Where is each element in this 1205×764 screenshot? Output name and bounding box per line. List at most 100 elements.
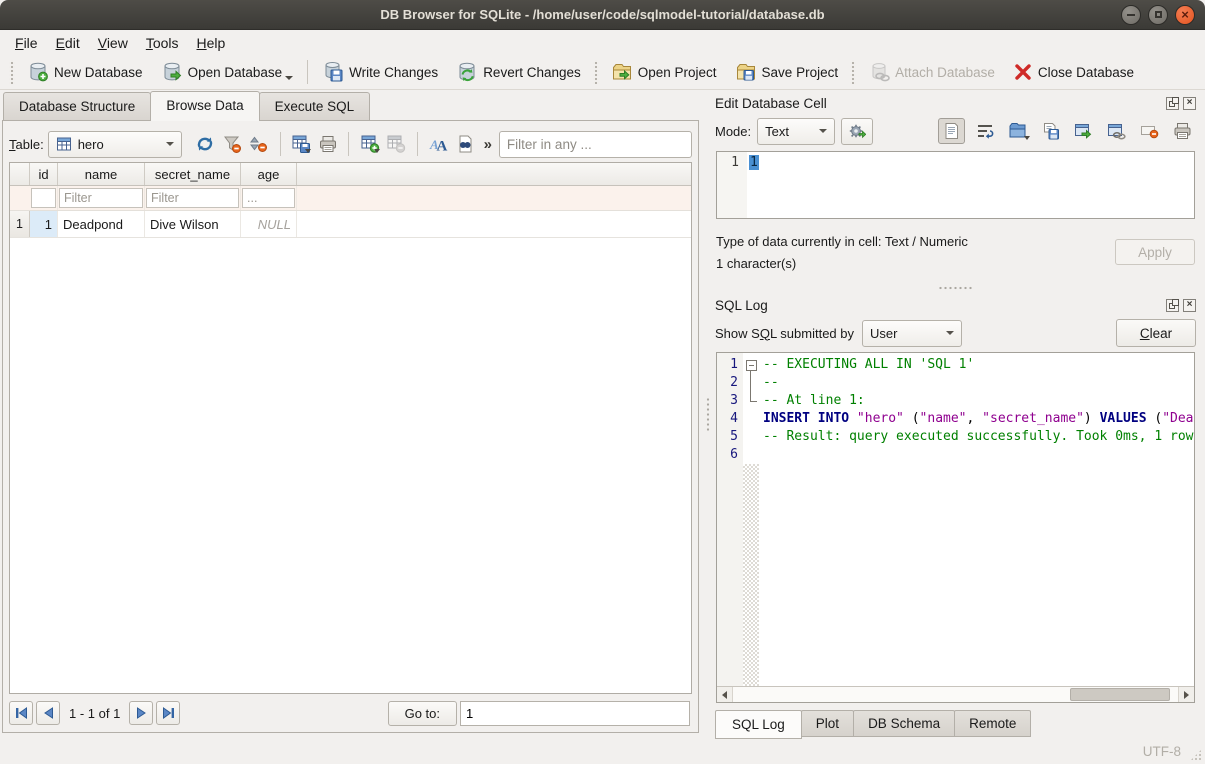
tab-execute-sql[interactable]: Execute SQL [259,92,371,120]
toolbar-extension-icon[interactable] [481,136,495,153]
resize-grip-icon[interactable] [1190,749,1202,761]
grid-corner[interactable] [10,163,30,185]
attach-database-button[interactable]: Attach Database [859,57,1004,87]
tab-db-schema[interactable]: DB Schema [853,710,955,737]
save-results-dropdown-icon[interactable] [305,149,311,153]
scroll-left-icon[interactable] [717,687,733,702]
write-changes-button[interactable]: Write Changes [313,57,447,87]
set-null-button[interactable] [1136,118,1163,144]
tab-plot[interactable]: Plot [801,710,854,737]
open-project-button[interactable]: Open Project [602,57,726,87]
clear-sorting-button[interactable] [248,131,271,157]
find-button[interactable] [454,131,477,157]
export-to-file-button[interactable] [1037,118,1064,144]
insert-record-button[interactable] [358,131,381,157]
cell-name[interactable]: Deadpond [58,211,145,237]
menu-view[interactable]: View [89,32,137,54]
filter-input-id[interactable] [31,188,56,208]
clear-filters-button[interactable] [221,131,244,157]
tab-database-structure[interactable]: Database Structure [3,92,151,120]
open-in-external-button[interactable] [1070,118,1097,144]
toolbar-drag-handle[interactable] [850,60,856,84]
sql-log-float-button[interactable] [1166,299,1179,312]
print-cell-button[interactable] [1169,118,1196,144]
filter-input-age[interactable] [242,188,295,208]
cell-editor[interactable]: 1 1 [716,151,1195,219]
import-dropdown-icon[interactable] [1024,136,1030,140]
tab-sql-log[interactable]: SQL Log [715,710,802,739]
browse-toolbar: Table: hero [9,128,692,160]
column-header-id[interactable]: id [30,163,58,185]
close-database-button[interactable]: Close Database [1004,58,1143,86]
column-header-age[interactable]: age [241,163,297,185]
mode-select[interactable]: Text [757,118,835,145]
menu-file[interactable]: File [6,32,47,54]
menu-help[interactable]: Help [188,32,235,54]
menu-edit[interactable]: Edit [47,32,89,54]
sql-source-select[interactable]: User [862,320,962,347]
sql-log-view[interactable]: 123456 -- EXECUTING ALL IN 'SQL 1'---- A… [716,352,1195,703]
goto-input[interactable] [460,701,690,726]
new-database-button[interactable]: New Database [18,57,152,87]
next-record-button[interactable] [129,701,153,725]
edit-cell-close-button[interactable]: × [1183,97,1196,110]
column-header-name[interactable]: name [58,163,145,185]
scroll-right-icon[interactable] [1178,687,1194,702]
sql-log-close-button[interactable]: × [1183,299,1196,312]
main-toolbar: New Database Open Database Write Changes… [0,55,1205,90]
column-header-secret-name[interactable]: secret_name [145,163,241,185]
previous-record-button[interactable] [36,701,60,725]
delete-record-button[interactable] [385,131,408,157]
revert-changes-button[interactable]: Revert Changes [447,57,590,87]
save-results-button[interactable] [289,131,312,157]
print-button[interactable] [316,131,339,157]
sql-log-horizontal-scrollbar[interactable] [717,686,1194,702]
open-database-dropdown-icon[interactable] [285,76,293,80]
fold-margin-filler [743,464,759,686]
word-wrap-button[interactable] [971,118,998,144]
filter-input-secret-name[interactable] [146,188,239,208]
row-number[interactable]: 1 [10,211,30,237]
format-button[interactable]: AA [427,131,450,157]
copy-link-button[interactable] [1103,118,1130,144]
auto-switch-mode-button[interactable] [841,118,873,145]
save-project-button[interactable]: Save Project [726,57,848,87]
sql-log-fold-margin[interactable] [743,353,759,686]
apply-button[interactable]: Apply [1115,239,1195,265]
cell-secret-name[interactable]: Dive Wilson [145,211,241,237]
cell-id[interactable]: 1 [30,211,58,237]
import-from-file-button[interactable] [1004,118,1031,144]
encoding-indicator[interactable]: UTF-8 [1143,744,1181,759]
filter-input-name[interactable] [59,188,143,208]
edit-cell-float-button[interactable] [1166,97,1179,110]
fold-marker-icon[interactable] [743,356,759,374]
last-record-icon [162,707,175,719]
cell-info-row: Type of data currently in cell: Text / N… [715,219,1196,281]
open-database-button[interactable]: Open Database [152,57,303,87]
insert-record-dropdown-icon[interactable] [374,149,380,153]
refresh-button[interactable] [194,131,217,157]
close-button[interactable]: × [1175,5,1195,25]
table-select[interactable]: hero [48,131,182,158]
titlebar[interactable]: DB Browser for SQLite - /home/user/code/… [0,0,1205,30]
text-mode-button[interactable] [938,118,965,144]
first-record-button[interactable] [9,701,33,725]
filter-any-column-input[interactable] [499,131,692,158]
minimize-button[interactable] [1121,5,1141,25]
tab-browse-data[interactable]: Browse Data [150,91,259,121]
menu-tools[interactable]: Tools [137,32,188,54]
last-record-button[interactable] [156,701,180,725]
cell-age[interactable]: NULL [241,211,297,237]
sql-log-lines: -- EXECUTING ALL IN 'SQL 1'---- At line … [759,353,1194,686]
clear-log-button[interactable]: Clear [1116,319,1196,347]
toolbar-drag-handle[interactable] [9,60,15,84]
table-row[interactable]: 1 1 Deadpond Dive Wilson NULL [10,211,691,238]
dock-splitter[interactable] [715,281,1196,294]
cell-editor-value[interactable]: 1 [749,155,759,170]
goto-button[interactable]: Go to: [388,701,457,726]
toolbar-drag-handle[interactable] [593,60,599,84]
scrollbar-thumb[interactable] [1070,688,1170,701]
maximize-button[interactable] [1148,5,1168,25]
toolbar-separator [280,132,281,156]
tab-remote[interactable]: Remote [954,710,1031,737]
